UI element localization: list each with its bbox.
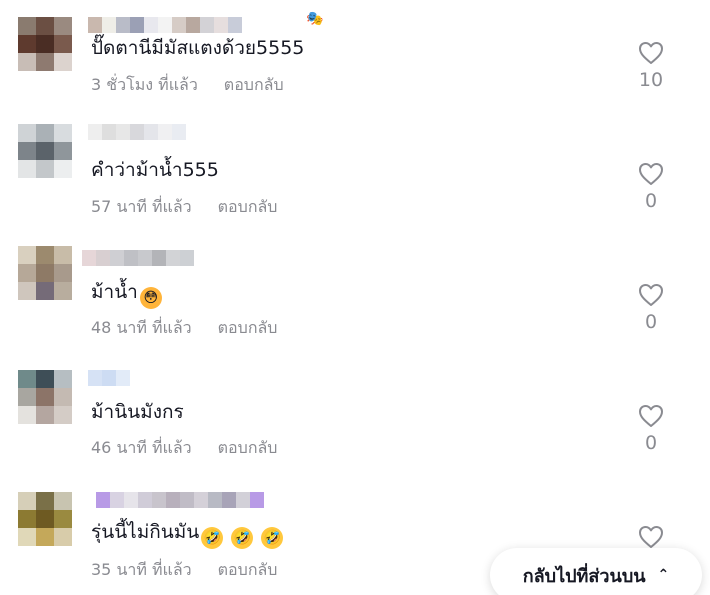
like-count: 0 xyxy=(644,190,658,212)
comment-time: 35 นาที ที่แล้ว xyxy=(91,560,192,579)
comment-meta: 46 นาที ที่แล้ว ตอบกลับ xyxy=(91,438,277,458)
back-to-top-label: กลับไปที่ส่วนบน xyxy=(522,565,646,587)
like-button[interactable]: 0 xyxy=(630,404,672,454)
like-count: 10 xyxy=(638,69,664,91)
comment-meta: 48 นาที ที่แล้ว ตอบกลับ xyxy=(91,318,277,338)
username-blurred[interactable] xyxy=(88,17,242,33)
flushed-face-emoji: 😳 xyxy=(139,287,162,309)
reply-button[interactable]: ตอบกลับ xyxy=(218,560,278,579)
back-to-top-button[interactable]: กลับไปที่ส่วนบน ⌃ xyxy=(490,548,702,595)
like-button[interactable] xyxy=(630,525,672,549)
like-button[interactable]: 0 xyxy=(630,162,672,212)
comment-time: 3 ชั่วโมง ที่แล้ว xyxy=(91,75,198,94)
comment-text-content: รุ่นนี้ไม่กินมัน xyxy=(91,521,200,543)
comment-text: รุ่นนี้ไม่กินมัน 🤣 🤣 🤣 xyxy=(91,520,284,549)
avatar[interactable] xyxy=(18,492,72,546)
comment-text: คำว่าม้าน้ำ555 xyxy=(91,159,219,181)
comment-item: ม้าน้ำ 😳 48 นาที ที่แล้ว ตอบกลับ 0 xyxy=(0,240,710,360)
comment-item: คำว่าม้าน้ำ555 57 นาที ที่แล้ว ตอบกลับ 0 xyxy=(0,120,710,240)
reply-button[interactable]: ตอบกลับ xyxy=(224,75,284,94)
comment-meta: 35 นาที ที่แล้ว ตอบกลับ xyxy=(91,560,277,580)
rolling-laughing-emoji: 🤣 xyxy=(231,527,254,549)
comment-time: 46 นาที ที่แล้ว xyxy=(91,438,192,457)
comment-text: ม้านินมังกร xyxy=(91,401,184,423)
username-blurred[interactable] xyxy=(82,250,194,266)
comment-text: ปั๊ดตานีมีมัสแตงด้วย5555 xyxy=(91,37,305,59)
reply-button[interactable]: ตอบกลับ xyxy=(218,197,278,216)
username-blurred[interactable] xyxy=(96,492,264,508)
avatar[interactable] xyxy=(18,124,72,178)
comment-time: 48 นาที ที่แล้ว xyxy=(91,318,192,337)
heart-icon xyxy=(639,284,663,306)
comment-time: 57 นาที ที่แล้ว xyxy=(91,197,192,216)
comment-text-content: ม้าน้ำ xyxy=(91,281,138,303)
heart-icon xyxy=(639,526,663,548)
theater-masks-icon: 🎭 xyxy=(306,11,324,27)
like-count: 0 xyxy=(644,432,658,454)
reply-button[interactable]: ตอบกลับ xyxy=(218,318,278,337)
double-chevron-up-icon: ⌃ xyxy=(657,567,670,583)
comment-meta: 3 ชั่วโมง ที่แล้ว ตอบกลับ xyxy=(91,75,284,95)
like-count: 0 xyxy=(644,311,658,333)
avatar[interactable] xyxy=(18,246,72,300)
reply-button[interactable]: ตอบกลับ xyxy=(218,438,278,457)
comment-meta: 57 นาที ที่แล้ว ตอบกลับ xyxy=(91,197,277,217)
rolling-laughing-emoji: 🤣 xyxy=(261,527,284,549)
comment-text: ม้าน้ำ 😳 xyxy=(91,280,162,309)
comment-item: 🎭 ปั๊ดตานีมีมัสแตงด้วย5555 3 ชั่วโมง ที่… xyxy=(0,0,710,120)
rolling-laughing-emoji: 🤣 xyxy=(201,527,224,549)
comment-item: ม้านินมังกร 46 นาที ที่แล้ว ตอบกลับ 0 xyxy=(0,360,710,480)
heart-icon xyxy=(639,163,663,185)
heart-icon xyxy=(639,405,663,427)
heart-icon xyxy=(639,42,663,64)
avatar[interactable] xyxy=(18,17,72,71)
username-blurred[interactable] xyxy=(88,124,186,140)
like-button[interactable]: 0 xyxy=(630,283,672,333)
like-button[interactable]: 10 xyxy=(630,41,672,91)
username-blurred[interactable] xyxy=(88,370,130,386)
comment-list: 🎭 ปั๊ดตานีมีมัสแตงด้วย5555 3 ชั่วโมง ที่… xyxy=(0,0,710,595)
avatar[interactable] xyxy=(18,370,72,424)
